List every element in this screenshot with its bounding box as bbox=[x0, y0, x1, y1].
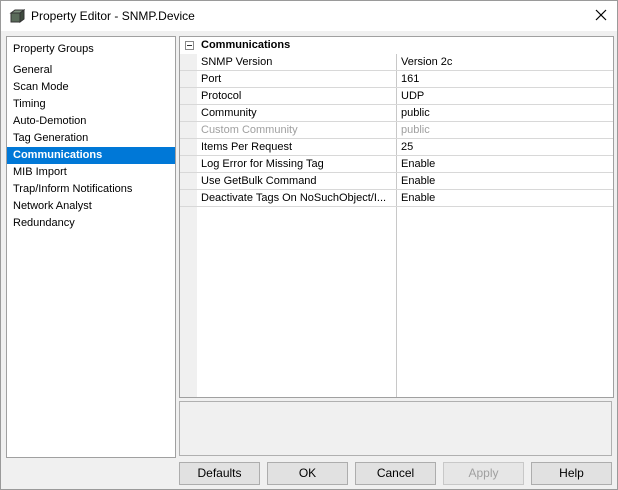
property-name: SNMP Version bbox=[201, 56, 273, 68]
property-name: Log Error for Missing Tag bbox=[201, 158, 324, 170]
group-item-tag-generation[interactable]: Tag Generation bbox=[7, 130, 175, 147]
property-value[interactable]: UDP bbox=[401, 88, 611, 105]
property-rows: SNMP Version Version 2c Port 161 Protoco… bbox=[180, 54, 613, 207]
property-groups-panel: Property Groups General Scan Mode Timing… bbox=[6, 36, 176, 458]
defaults-button[interactable]: Defaults bbox=[179, 462, 260, 485]
property-value[interactable]: public bbox=[401, 105, 611, 122]
property-editor-window: Property Editor - SNMP.Device Property G… bbox=[0, 0, 618, 490]
group-item-mib-import[interactable]: MIB Import bbox=[7, 164, 175, 181]
window-title: Property Editor - SNMP.Device bbox=[31, 9, 195, 23]
property-name: Custom Community bbox=[201, 124, 298, 136]
ok-button[interactable]: OK bbox=[267, 462, 348, 485]
property-value: public bbox=[401, 124, 430, 136]
property-row[interactable]: Protocol UDP bbox=[180, 88, 613, 105]
property-row[interactable]: Log Error for Missing Tag Enable bbox=[180, 156, 613, 173]
property-row[interactable]: SNMP Version Version 2c bbox=[180, 54, 613, 71]
property-value[interactable]: 161 bbox=[401, 71, 611, 88]
property-grid: Communications SNMP Version Version 2c P… bbox=[179, 36, 614, 398]
cancel-button[interactable]: Cancel bbox=[355, 462, 436, 485]
property-row: Custom Community public bbox=[180, 122, 613, 139]
description-panel bbox=[179, 401, 612, 456]
group-item-scan-mode[interactable]: Scan Mode bbox=[7, 79, 175, 96]
close-button[interactable] bbox=[585, 1, 617, 31]
group-item-network-analyst[interactable]: Network Analyst bbox=[7, 198, 175, 215]
property-name: Items Per Request bbox=[201, 141, 293, 153]
property-value[interactable]: 25 bbox=[401, 139, 611, 156]
property-row[interactable]: Use GetBulk Command Enable bbox=[180, 173, 613, 190]
property-row[interactable]: Community public bbox=[180, 105, 613, 122]
group-item-general[interactable]: General bbox=[7, 62, 175, 79]
property-editor-icon bbox=[9, 8, 26, 24]
property-name: Protocol bbox=[201, 90, 242, 102]
title-bar[interactable]: Property Editor - SNMP.Device bbox=[1, 1, 617, 31]
property-row[interactable]: Deactivate Tags On NoSuchObject/I... Ena… bbox=[180, 190, 613, 207]
minus-box-icon[interactable] bbox=[185, 41, 194, 50]
property-row[interactable]: Items Per Request 25 bbox=[180, 139, 613, 156]
property-value[interactable]: Version 2c bbox=[401, 54, 611, 71]
property-value[interactable]: Enable bbox=[401, 190, 611, 207]
property-name: Community bbox=[201, 107, 257, 119]
group-item-communications[interactable]: Communications bbox=[7, 147, 175, 164]
property-row[interactable]: Port 161 bbox=[180, 71, 613, 88]
property-name: Port bbox=[201, 73, 222, 85]
group-item-timing[interactable]: Timing bbox=[7, 96, 175, 113]
property-groups-header: Property Groups bbox=[13, 43, 94, 55]
apply-button: Apply bbox=[443, 462, 524, 485]
property-name: Deactivate Tags On NoSuchObject/I... bbox=[201, 192, 387, 204]
property-value[interactable]: Enable bbox=[401, 173, 611, 190]
close-icon bbox=[595, 9, 607, 24]
property-value[interactable]: Enable bbox=[401, 156, 611, 173]
property-name: Use GetBulk Command bbox=[201, 175, 317, 187]
property-groups-list: General Scan Mode Timing Auto-Demotion T… bbox=[7, 62, 175, 232]
section-header: Communications bbox=[180, 37, 613, 54]
help-button[interactable]: Help bbox=[531, 462, 612, 485]
group-item-auto-demotion[interactable]: Auto-Demotion bbox=[7, 113, 175, 130]
section-title: Communications bbox=[201, 39, 291, 51]
group-item-redundancy[interactable]: Redundancy bbox=[7, 215, 175, 232]
group-item-trap-inform-notifications[interactable]: Trap/Inform Notifications bbox=[7, 181, 175, 198]
